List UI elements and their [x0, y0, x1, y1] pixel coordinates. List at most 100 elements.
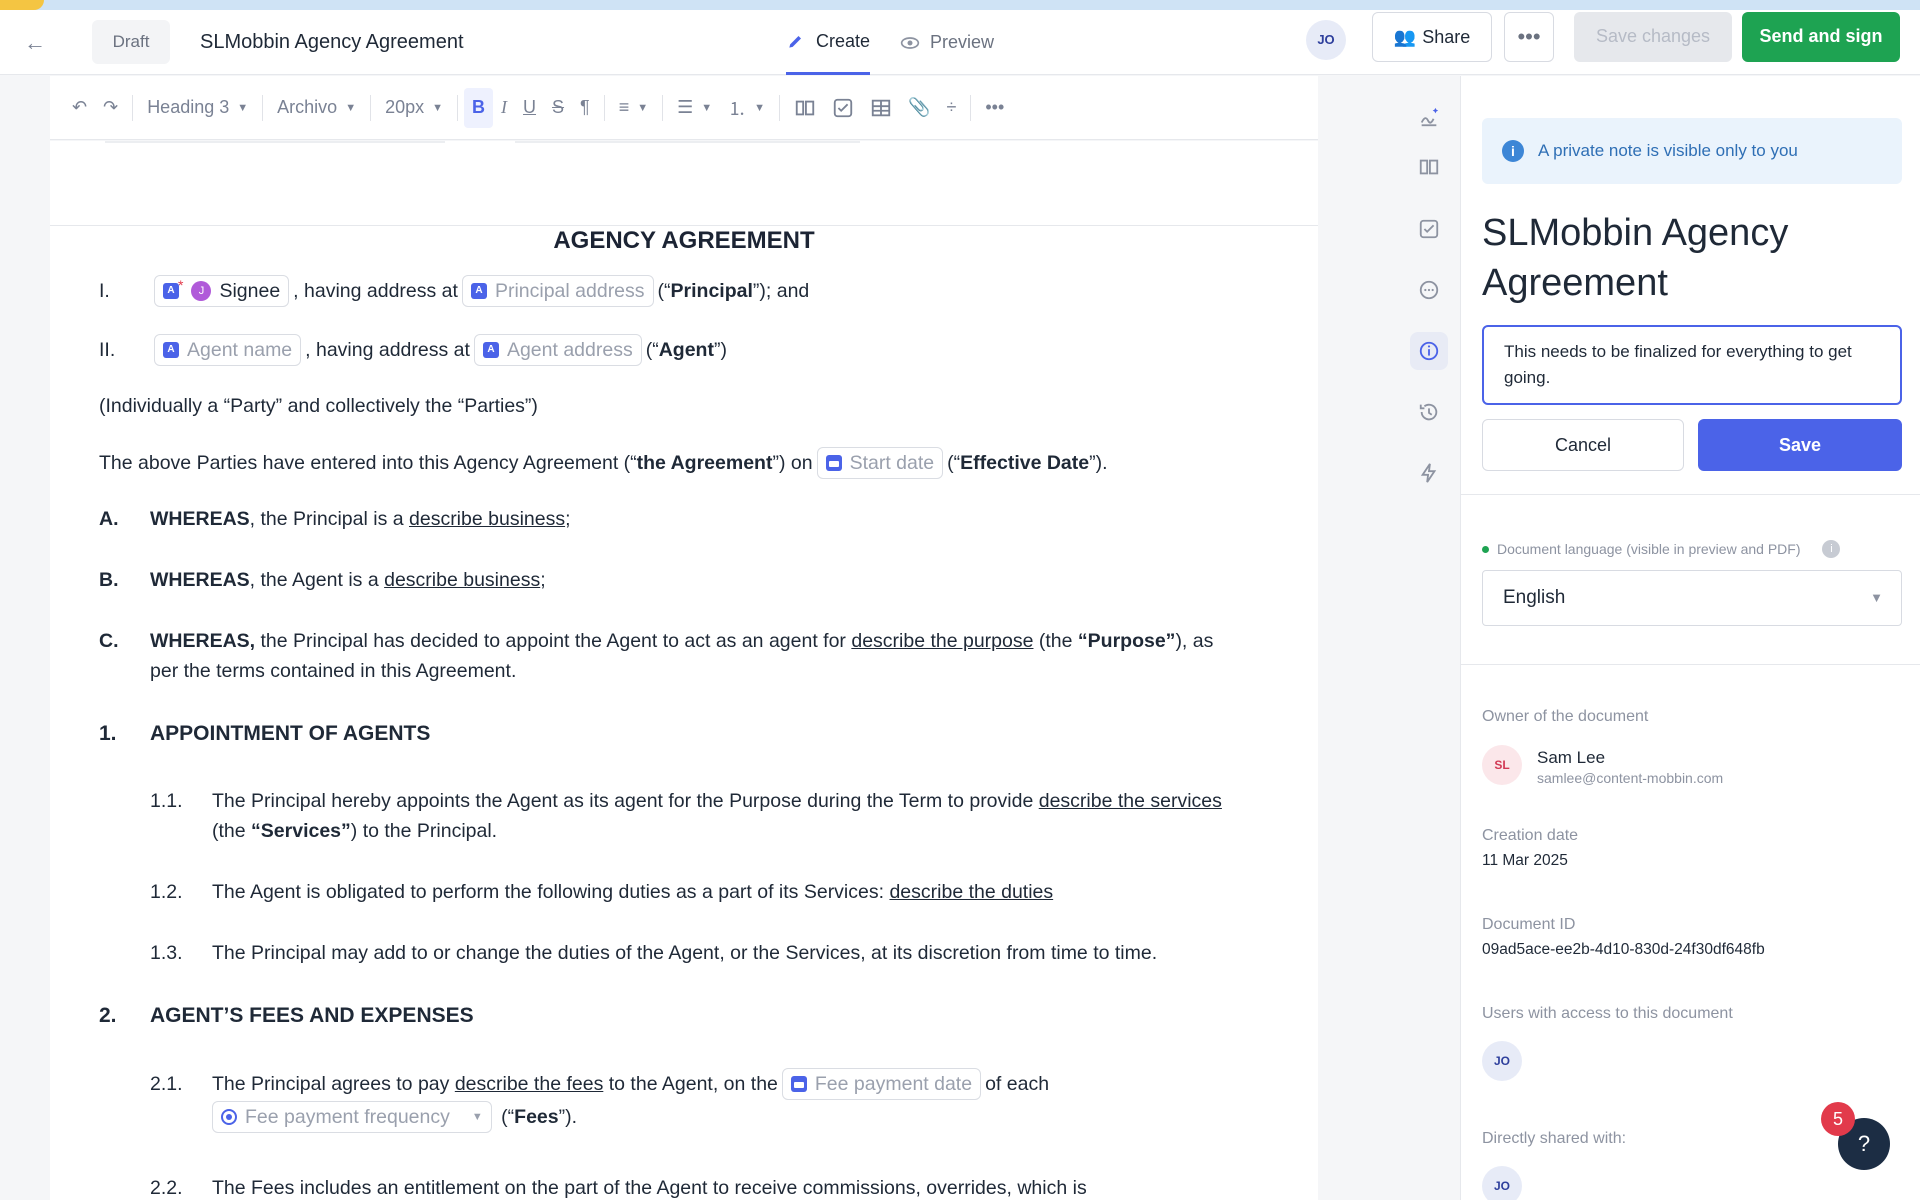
strikethrough-icon[interactable]: S [544, 88, 572, 128]
describe-purpose-link[interactable]: describe the purpose [851, 626, 1033, 656]
back-arrow-icon[interactable]: ← [22, 30, 48, 56]
party-text: (“ [657, 280, 671, 302]
font-select[interactable]: Archivo ▼ [269, 88, 364, 128]
italic-icon[interactable]: I [493, 88, 515, 128]
attachment-icon[interactable]: 📎 [900, 88, 938, 128]
redo-icon[interactable]: ↷ [95, 88, 126, 128]
block-style-value: Heading 3 [147, 97, 230, 117]
info-icon: i [1502, 140, 1524, 162]
describe-business-link[interactable]: describe business [409, 504, 565, 534]
columns-icon[interactable] [786, 88, 824, 128]
help-circle-icon[interactable]: i [1822, 540, 1841, 558]
signee-label: Signee [219, 280, 281, 302]
tasks-icon[interactable] [1410, 210, 1448, 248]
chevron-down-icon: ▼ [637, 101, 649, 114]
describe-services-link[interactable]: describe the services [1039, 786, 1222, 816]
columns-panel-icon[interactable] [1410, 148, 1448, 186]
describe-duties-link[interactable]: describe the duties [889, 877, 1053, 907]
fee-payment-date-chip[interactable]: Fee payment date [781, 1068, 982, 1100]
entered-term: the Agreement [636, 452, 773, 474]
language-label-text: Document language (visible in preview an… [1497, 541, 1801, 557]
tab-create[interactable]: Create [786, 10, 871, 75]
party-principal: I. A * J Signee , having address at A Princi… [99, 275, 809, 307]
entered-text: The above Parties have entered into this… [99, 452, 637, 474]
numbered-list-icon[interactable]: ⒈ ▼ [720, 88, 773, 128]
align-icon[interactable]: ≡ ▼ [611, 88, 656, 128]
toolbar-divider [779, 94, 781, 121]
info-icon[interactable] [1410, 332, 1448, 370]
principal-address-chip[interactable]: A Principal address [461, 275, 654, 307]
creation-date-label: Creation date [1482, 827, 1579, 844]
table-icon[interactable] [862, 88, 900, 128]
save-changes-button[interactable]: Save changes [1574, 12, 1732, 62]
columns-svg [1419, 159, 1439, 175]
whereas-text: , the Agent is a [249, 569, 385, 591]
bold-icon[interactable]: B [464, 87, 494, 128]
fee-frequency-label: Fee payment frequency [245, 1106, 450, 1128]
signee-chip[interactable]: A * J Signee [154, 275, 290, 307]
agent-address-chip[interactable]: A Agent address [473, 334, 642, 366]
whereas-letter: C. [99, 630, 119, 652]
language-select[interactable]: English ▼ [1482, 570, 1902, 626]
shared-user-avatar[interactable]: JO [1482, 1166, 1522, 1200]
document-title[interactable]: SLMobbin Agency Agreement [200, 20, 464, 64]
ai-field-icon: A [470, 283, 487, 299]
ai-field-icon: A [163, 342, 179, 358]
send-and-sign-button[interactable]: Send and sign [1742, 12, 1900, 62]
tab-preview[interactable]: Preview [900, 10, 994, 75]
underline-icon[interactable]: U [515, 88, 544, 128]
clause-number: 2.1. [150, 1073, 183, 1095]
radio-icon [221, 1109, 237, 1125]
comments-icon[interactable] [1410, 271, 1448, 309]
signature-svg [1420, 107, 1439, 127]
undo-icon[interactable]: ↶ [64, 88, 95, 128]
chevron-down-icon: ▼ [754, 101, 766, 114]
private-note-textarea[interactable]: This needs to be finalized for everythin… [1482, 325, 1902, 405]
share-button[interactable]: 👥 Share [1372, 12, 1492, 62]
notification-badge: 5 [1821, 1102, 1855, 1136]
fees-term: Fees [514, 1106, 559, 1128]
document-id-value: 09ad5ace-ee2b-4d10-830d-24f30df648fb [1482, 941, 1765, 958]
font-size-value: 20px [385, 97, 425, 117]
clause-2-2: 2.2. The Fees includes an entitlement on … [150, 1173, 1087, 1200]
save-button[interactable]: Save [1698, 419, 1902, 471]
whereas-end: ; [540, 569, 546, 591]
entered-text: (“ [947, 452, 961, 474]
required-star-icon: * [178, 277, 184, 293]
toolbar-divider [370, 94, 372, 121]
start-date-label: Start date [849, 452, 935, 474]
toolbar-divider [262, 94, 264, 121]
access-user-avatar[interactable]: JO [1482, 1041, 1522, 1081]
details-panel: i A private note is visible only to you … [1460, 76, 1920, 1200]
describe-fees-link[interactable]: describe the fees [455, 1069, 604, 1099]
start-date-chip[interactable]: Start date [816, 447, 944, 479]
user-avatar[interactable]: JO [1306, 20, 1346, 60]
divider-icon[interactable]: ÷ [938, 88, 964, 128]
columns-svg [795, 100, 815, 115]
whereas-c: C. WHEREAS, the Principal has decided to … [99, 626, 1213, 656]
owner-email: samlee@content-mobbin.com [1537, 770, 1724, 786]
lightning-icon[interactable] [1410, 454, 1448, 492]
cancel-button[interactable]: Cancel [1482, 419, 1684, 471]
ai-signature-icon[interactable] [1410, 98, 1448, 136]
history-icon[interactable] [1410, 393, 1448, 431]
document-editor[interactable]: AGENCY AGREEMENT I. A * J Signee , having a… [50, 141, 1318, 1200]
whereas-a: A. WHEREAS, the Principal is a describe b… [99, 504, 571, 534]
whereas-text: (the [1033, 630, 1078, 652]
lightning-svg [1420, 463, 1437, 483]
panel-divider [1461, 664, 1920, 665]
font-value: Archivo [277, 97, 338, 117]
bullet-list-icon[interactable]: ☰ ▼ [669, 88, 720, 128]
agent-name-chip[interactable]: A Agent name [154, 334, 302, 366]
more-options-button[interactable]: ••• [1504, 12, 1554, 62]
panel-divider [1461, 494, 1920, 495]
history-svg [1419, 403, 1438, 421]
entered-text: ”) on [772, 452, 813, 474]
font-size-select[interactable]: 20px ▼ [377, 88, 451, 128]
checkbox-icon[interactable] [824, 88, 862, 128]
block-style-select[interactable]: Heading 3 ▼ [139, 88, 256, 128]
more-tools-icon[interactable]: ••• [977, 88, 1012, 128]
describe-business-link[interactable]: describe business [384, 565, 540, 595]
fee-frequency-select[interactable]: Fee payment frequency ▼ [212, 1101, 492, 1133]
pilcrow-icon[interactable]: ¶ [572, 88, 598, 128]
